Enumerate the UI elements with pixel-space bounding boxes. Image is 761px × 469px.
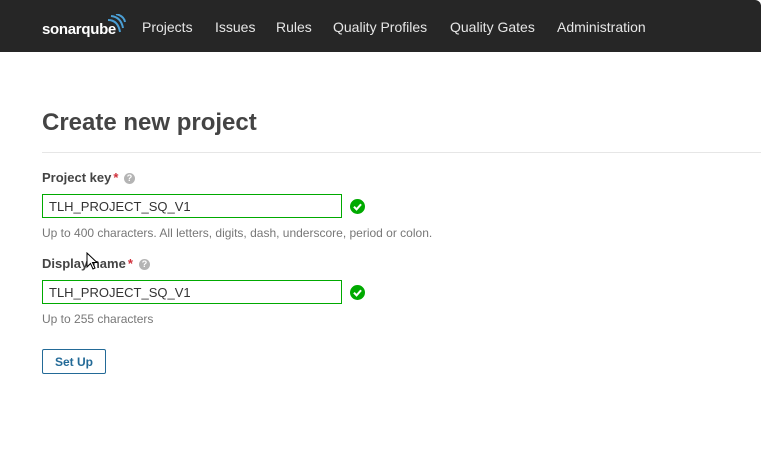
valid-check-icon (350, 285, 365, 300)
display-name-hint: Up to 255 characters (42, 312, 154, 326)
sonar-waves-icon (107, 14, 126, 33)
help-icon[interactable]: ? (124, 173, 135, 184)
nav-issues[interactable]: Issues (215, 19, 255, 35)
project-key-hint: Up to 400 characters. All letters, digit… (42, 226, 433, 240)
help-icon[interactable]: ? (139, 259, 150, 270)
display-name-input[interactable] (42, 280, 342, 304)
project-key-input[interactable] (42, 194, 342, 218)
top-navigation-bar: sonarqube Projects Issues Rules Quality … (0, 0, 761, 52)
project-key-label: Project key * (42, 170, 118, 185)
logo-text: sonarqube (42, 21, 116, 38)
setup-button[interactable]: Set Up (42, 349, 106, 374)
valid-check-icon (350, 199, 365, 214)
title-divider (42, 152, 761, 153)
display-name-label-text: Display name (42, 256, 126, 271)
nav-quality-gates[interactable]: Quality Gates (450, 19, 535, 35)
project-key-label-text: Project key (42, 170, 112, 185)
mouse-cursor-icon (86, 252, 98, 270)
nav-quality-profiles[interactable]: Quality Profiles (333, 19, 427, 35)
page-title: Create new project (42, 109, 257, 136)
nav-administration[interactable]: Administration (557, 19, 646, 35)
nav-projects[interactable]: Projects (142, 19, 193, 35)
nav-rules[interactable]: Rules (276, 19, 312, 35)
required-marker: * (113, 170, 119, 185)
required-marker: * (127, 256, 133, 271)
